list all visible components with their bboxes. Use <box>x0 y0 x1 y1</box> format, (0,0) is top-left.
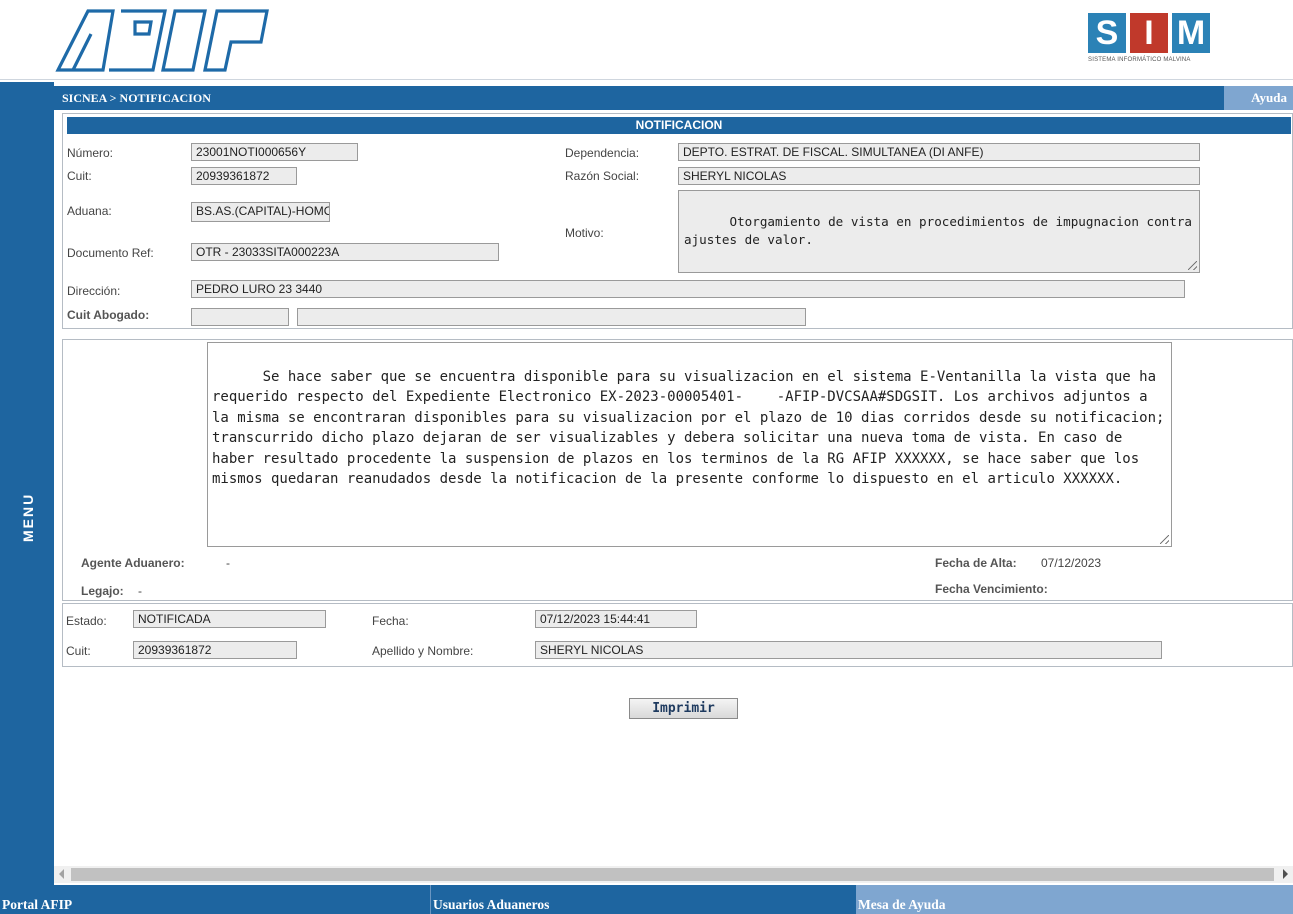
message-panel: Se hace saber que se encuentra disponibl… <box>62 339 1293 601</box>
legajo-label: Legajo: <box>81 584 124 598</box>
notification-panel: NOTIFICACION Número: 23001NOTI000656Y Cu… <box>62 113 1293 329</box>
abogado-label: Cuit Abogado: <box>67 308 150 322</box>
breadcrumb-bar: SICNEA > NOTIFICACION Ayuda <box>54 86 1293 110</box>
print-button[interactable]: Imprimir <box>629 698 738 719</box>
docref-field: OTR - 23033SITA000223A <box>191 243 499 261</box>
cuit-field: 20939361872 <box>191 167 297 185</box>
estado-label: Estado: <box>66 614 107 628</box>
resize-grip-icon[interactable] <box>1188 261 1197 270</box>
afip-logo <box>55 9 269 72</box>
fecha-label: Fecha: <box>372 614 409 628</box>
side-menu[interactable]: MENU <box>0 82 54 885</box>
fecha-alta-value: 07/12/2023 <box>1041 556 1102 570</box>
mesa-de-ayuda-link[interactable]: Mesa de Ayuda <box>856 885 1293 914</box>
sim-letter-s: S <box>1088 13 1126 53</box>
message-text: Se hace saber que se encuentra disponibl… <box>212 368 1165 488</box>
usuarios-aduaneros-link[interactable]: Usuarios Aduaneros <box>430 885 856 914</box>
docref-label: Documento Ref: <box>67 246 154 260</box>
panel-title: NOTIFICACION <box>67 117 1291 134</box>
status-panel: Estado: NOTIFICADA Fecha: 07/12/2023 15:… <box>62 603 1293 667</box>
scrollbar-thumb[interactable] <box>71 868 1274 881</box>
resize-grip-icon[interactable] <box>1160 535 1169 544</box>
motivo-text: Otorgamiento de vista en procedimientos … <box>684 214 1200 247</box>
agente-label: Agente Aduanero: <box>81 556 185 570</box>
scroll-right-icon[interactable] <box>1283 869 1288 879</box>
footer-nav: Portal AFIP Usuarios Aduaneros Mesa de A… <box>0 885 1293 914</box>
abogado-nombre-field <box>297 308 806 326</box>
motivo-textarea[interactable]: Otorgamiento de vista en procedimientos … <box>678 190 1200 273</box>
abogado-cuit-field <box>191 308 289 326</box>
scroll-left-icon[interactable] <box>59 869 64 879</box>
portal-afip-link[interactable]: Portal AFIP <box>0 885 430 914</box>
estado-field: NOTIFICADA <box>133 610 326 628</box>
numero-field: 23001NOTI000656Y <box>191 143 358 161</box>
cuit-label: Cuit: <box>67 169 92 183</box>
dependencia-field: DEPTO. ESTRAT. DE FISCAL. SIMULTANEA (DI… <box>678 143 1200 161</box>
fecha-field: 07/12/2023 15:44:41 <box>535 610 697 628</box>
motivo-label: Motivo: <box>565 226 604 240</box>
legajo-value: - <box>138 584 142 598</box>
sim-letter-m: M <box>1172 13 1210 53</box>
numero-label: Número: <box>67 146 114 160</box>
apellido-nombre-field: SHERYL NICOLAS <box>535 641 1162 659</box>
help-link[interactable]: Ayuda <box>1224 86 1293 110</box>
direccion-field: PEDRO LURO 23 3440 <box>191 280 1185 298</box>
header: S I M SISTEMA INFORMÁTICO MALVINA <box>0 0 1293 80</box>
dependencia-label: Dependencia: <box>565 146 640 160</box>
aduana-field: BS.AS.(CAPITAL)-HOMO <box>191 202 330 222</box>
agente-value: - <box>226 556 230 570</box>
fecha-vencimiento-label: Fecha Vencimiento: <box>935 582 1048 596</box>
status-cuit-label: Cuit: <box>66 644 91 658</box>
razon-social-label: Razón Social: <box>565 169 640 183</box>
aduana-label: Aduana: <box>67 204 112 218</box>
direccion-label: Dirección: <box>67 284 121 298</box>
sim-caption: SISTEMA INFORMÁTICO MALVINA <box>1088 57 1191 63</box>
breadcrumb: SICNEA > NOTIFICACION <box>62 91 211 105</box>
status-cuit-field: 20939361872 <box>133 641 297 659</box>
apellido-nombre-label: Apellido y Nombre: <box>372 644 474 658</box>
razon-social-field: SHERYL NICOLAS <box>678 167 1200 185</box>
app-window: S I M SISTEMA INFORMÁTICO MALVINA MENU S… <box>0 0 1293 914</box>
message-textarea[interactable]: Se hace saber que se encuentra disponibl… <box>207 342 1172 547</box>
sim-logo: S I M SISTEMA INFORMÁTICO MALVINA <box>1088 13 1220 71</box>
fecha-alta-label: Fecha de Alta: <box>935 556 1017 570</box>
menu-label[interactable]: MENU <box>20 493 36 542</box>
sim-letter-i: I <box>1130 13 1168 53</box>
horizontal-scrollbar[interactable] <box>54 866 1293 883</box>
